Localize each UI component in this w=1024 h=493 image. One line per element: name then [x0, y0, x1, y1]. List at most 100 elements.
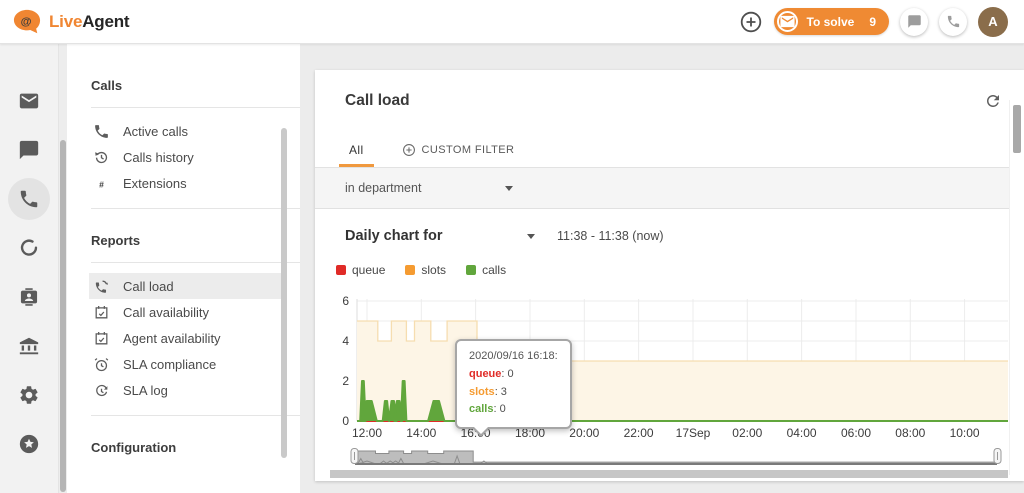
legend-item-queue[interactable]: queue: [336, 263, 385, 277]
phone-icon: [946, 14, 961, 29]
sidebar-item-label: Extensions: [123, 176, 187, 191]
tab-custom-filter[interactable]: CUSTOM FILTER: [392, 132, 525, 167]
chart-legend: queue slots calls: [336, 263, 1024, 277]
logo-text: LiveAgent: [49, 12, 129, 32]
svg-text:2: 2: [342, 374, 349, 388]
horizontal-scrollbar-thumb[interactable]: [330, 470, 1008, 478]
alarm-icon: [93, 356, 110, 373]
history-icon: [93, 149, 110, 166]
sidebar-items: Call load Call availability Agent availabi…: [89, 263, 287, 415]
icon-rail: [0, 44, 58, 493]
chart-area: 12:0014:0016:0018:0020:0022:0017Sep02:00…: [330, 290, 1008, 478]
rail-scrollbar-thumb[interactable]: [60, 140, 66, 492]
rail-item-bank[interactable]: [18, 335, 40, 357]
chats-button[interactable]: [900, 8, 928, 36]
sidebar-item-sla-compliance[interactable]: SLA compliance: [89, 351, 287, 377]
svg-text:10:00: 10:00: [950, 426, 980, 440]
circle-plus-icon: [402, 143, 416, 157]
svg-text:17Sep: 17Sep: [676, 426, 711, 440]
loop-icon: [18, 237, 40, 259]
refresh-icon[interactable]: [984, 92, 1002, 110]
liveagent-logo[interactable]: @ LiveAgent: [12, 8, 129, 36]
calls-button[interactable]: [939, 8, 967, 36]
sidebar-item-label: Call load: [123, 279, 174, 294]
chat-icon: [18, 139, 40, 161]
chart-navigator[interactable]: [330, 446, 1008, 467]
rail-item-loop[interactable]: [18, 237, 40, 259]
svg-text:4: 4: [342, 334, 349, 348]
top-header: @ LiveAgent To solve 9 A: [0, 0, 1024, 44]
svg-text:@: @: [21, 15, 32, 27]
svg-text:12:00: 12:00: [352, 426, 382, 440]
to-solve-label: To solve: [807, 15, 855, 29]
sidebar-item-extensions[interactable]: # Extensions: [89, 170, 287, 196]
sidebar: CallsActive callsCalls history#Extension…: [67, 44, 300, 493]
rail-item-chat[interactable]: [18, 139, 40, 161]
calendar-check-icon: [93, 304, 110, 321]
rail-item-star[interactable]: [18, 433, 40, 455]
horizontal-scrollbar[interactable]: [330, 470, 1008, 478]
svg-text:#: #: [99, 179, 104, 189]
tab-label: All: [349, 143, 364, 157]
rail-scrollbar[interactable]: [58, 44, 67, 493]
to-solve-button[interactable]: To solve 9: [774, 8, 889, 35]
phone-icon: [18, 188, 40, 210]
sidebar-items: Active calls Calls history # Extensions: [89, 108, 287, 208]
tab-label: CUSTOM FILTER: [422, 144, 515, 156]
sidebar-item-active-calls[interactable]: Active calls: [89, 118, 287, 144]
legend-label: calls: [482, 263, 506, 277]
svg-text:0: 0: [342, 414, 349, 428]
plus-circle-icon[interactable]: [739, 10, 763, 34]
sidebar-item-call-load[interactable]: Call load: [89, 273, 287, 299]
sidebar-item-label: SLA log: [123, 383, 168, 398]
tooltip-row: calls: 0: [469, 401, 558, 419]
svg-text:02:00: 02:00: [732, 426, 762, 440]
chevron-down-icon: [505, 186, 513, 191]
daily-chart[interactable]: 12:0014:0016:0018:0020:0022:0017Sep02:00…: [330, 290, 1008, 442]
department-filter-label: in department: [345, 181, 421, 195]
contacts-icon: [18, 286, 40, 308]
logo-bubble-icon: @: [12, 8, 42, 36]
legend-label: slots: [421, 263, 446, 277]
sidebar-item-sla-log[interactable]: SLA log: [89, 377, 287, 403]
rail-item-contacts[interactable]: [18, 286, 40, 308]
sidebar-scrollbar-thumb[interactable]: [281, 128, 287, 458]
sidebar-item-agent-availability[interactable]: Agent availability: [89, 325, 287, 351]
legend-item-calls[interactable]: calls: [466, 263, 506, 277]
legend-swatch: [466, 265, 476, 275]
page-title: Call load: [345, 92, 410, 110]
call-load-icon: [93, 278, 110, 295]
call-load-panel: Call load All CUSTOM FILTER in department…: [315, 70, 1024, 481]
hash-icon: #: [93, 175, 110, 192]
svg-text:6: 6: [342, 294, 349, 308]
svg-text:20:00: 20:00: [569, 426, 599, 440]
avatar[interactable]: A: [978, 7, 1008, 37]
star-icon: [18, 433, 40, 455]
sidebar-item-label: Call availability: [123, 305, 209, 320]
rail-item-gear[interactable]: [18, 384, 40, 406]
legend-swatch: [405, 265, 415, 275]
chart-chevron-down-icon[interactable]: [527, 234, 535, 239]
sidebar-section-title: Configuration: [67, 416, 300, 469]
tab-all[interactable]: All: [339, 132, 374, 167]
sidebar-item-label: Agent availability: [123, 331, 221, 346]
department-filter[interactable]: in department: [315, 168, 1024, 209]
sidebar-item-label: Active calls: [123, 124, 188, 139]
rail-item-phone[interactable]: [18, 188, 40, 210]
sidebar-item-calls-history[interactable]: Calls history: [89, 144, 287, 170]
svg-text:08:00: 08:00: [895, 426, 925, 440]
sidebar-item-label: Calls history: [123, 150, 194, 165]
rail-item-mail[interactable]: [18, 90, 40, 112]
tab-bar: All CUSTOM FILTER: [315, 132, 1024, 168]
panel-scrollbar[interactable]: [1009, 100, 1024, 475]
svg-text:14:00: 14:00: [406, 426, 436, 440]
envelope-icon: [777, 11, 798, 32]
svg-text:04:00: 04:00: [787, 426, 817, 440]
bank-icon: [18, 335, 40, 357]
legend-item-slots[interactable]: slots: [405, 263, 446, 277]
sidebar-item-call-availability[interactable]: Call availability: [89, 299, 287, 325]
chat-icon: [907, 14, 922, 29]
panel-scrollbar-thumb[interactable]: [1013, 105, 1021, 153]
alarm-log-icon: [93, 382, 110, 399]
svg-text:22:00: 22:00: [624, 426, 654, 440]
